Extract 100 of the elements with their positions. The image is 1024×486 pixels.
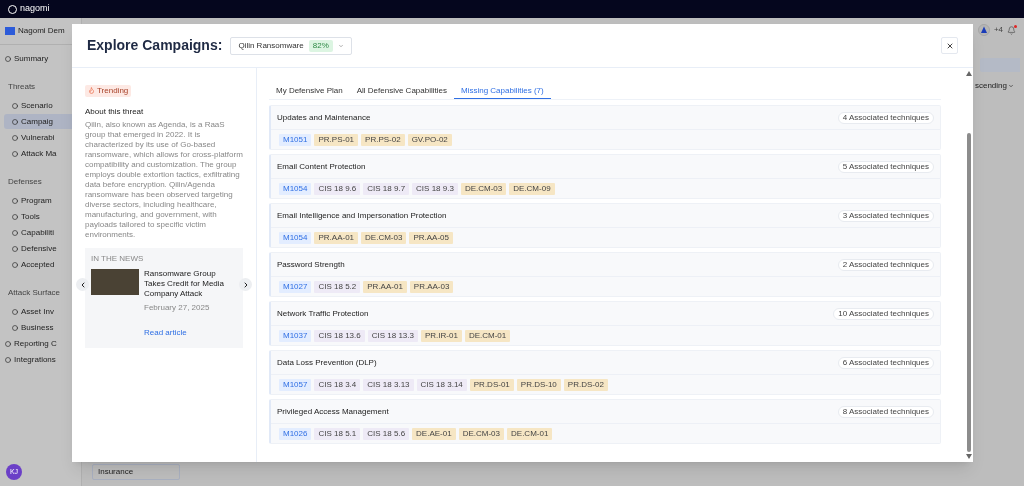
control-tag: M1054 xyxy=(279,231,312,244)
nav-icon xyxy=(12,229,18,236)
trending-badge: Trending xyxy=(85,84,132,97)
news-heading: IN THE NEWS xyxy=(91,253,145,265)
sidebar-item[interactable]: Capabiliti xyxy=(0,225,81,240)
sidebar-section-label: Attack Surface xyxy=(8,288,61,297)
control-tag: PR.PS-01 xyxy=(314,133,359,146)
control-tag: PR.AA-05 xyxy=(409,231,453,244)
sidebar-item[interactable]: Attack Ma xyxy=(0,146,81,161)
control-tag: CIS 18 3.13 xyxy=(363,378,414,391)
control-tag: CIS 18 9.7 xyxy=(363,182,410,195)
control-tag: DE.CM-09 xyxy=(509,182,555,195)
control-tag: CIS 18 9.6 xyxy=(314,182,361,195)
profile-logo-icon[interactable] xyxy=(977,24,990,36)
sidebar-item[interactable]: Vulnerabi xyxy=(0,130,81,145)
sidebar-item[interactable]: Summary xyxy=(0,51,81,66)
nav-icon xyxy=(12,150,18,157)
org-name: Nagomi Dem xyxy=(18,25,65,37)
control-tag: DE.CM-03 xyxy=(458,427,504,440)
control-tag: M1027 xyxy=(279,280,312,293)
sidebar-item[interactable]: Business xyxy=(0,320,81,335)
read-article-link[interactable]: Read article xyxy=(144,328,187,337)
org-logo xyxy=(5,27,15,35)
notification-bell-icon[interactable] xyxy=(1007,25,1016,35)
nav-icon xyxy=(12,118,18,125)
nav-icon xyxy=(12,102,18,109)
sidebar-item[interactable]: Asset Inv xyxy=(0,304,81,319)
control-tag: DE.CM-01 xyxy=(507,427,553,440)
control-tag: M1026 xyxy=(279,427,312,440)
control-tag: GV.PO-02 xyxy=(407,133,452,146)
nav-icon xyxy=(12,213,18,220)
control-tag: M1054 xyxy=(279,182,312,195)
nav-icon xyxy=(5,356,11,363)
techniques-count: 4 Associated techniques xyxy=(837,111,934,124)
sidebar-item[interactable]: Program xyxy=(0,193,81,208)
modal-title: Explore Campaigns: xyxy=(87,36,223,55)
control-tag: DE.CM-01 xyxy=(464,329,511,342)
control-tag: CIS 18 13.6 xyxy=(314,329,365,342)
capability-name: Updates and Maintenance xyxy=(277,111,371,124)
techniques-count: 10 Associated techniques xyxy=(833,307,934,320)
sidebar-section-label: Threats xyxy=(8,82,36,91)
sidebar-item[interactable]: Defensive xyxy=(0,241,81,256)
control-tag: DE.AE-01 xyxy=(412,427,456,440)
control-tag: DE.CM-03 xyxy=(460,182,507,195)
nav-icon xyxy=(12,308,18,315)
control-tag: CIS 18 5.6 xyxy=(363,427,410,440)
logo-wordmark: nagomi xyxy=(20,2,50,16)
control-tag: M1057 xyxy=(279,378,312,391)
techniques-count: 6 Associated techniques xyxy=(837,356,934,369)
control-tag: PR.AA-01 xyxy=(363,280,407,293)
sidebar-item[interactable]: Accepted xyxy=(0,257,81,272)
caret-icon xyxy=(1008,83,1014,89)
news-headline: Ransomware Group Takes Credit for Media Company Attack xyxy=(144,269,226,299)
nav-icon xyxy=(12,134,18,141)
nav-icon xyxy=(12,261,18,268)
about-heading: About this threat xyxy=(85,106,145,118)
control-tag: M1037 xyxy=(279,329,312,342)
sidebar-item[interactable]: Scenario xyxy=(0,98,81,113)
control-tag: PR.DS-01 xyxy=(469,378,514,391)
control-tag: PR.IR-01 xyxy=(420,329,462,342)
tab[interactable]: My Defensive Plan xyxy=(269,84,350,99)
about-text: Qilin, also known as Agenda, is a RaaS group that emerged in 2022. It is characterized by its use of Go-based ransomware, which allows for cross-platform compatibility and customization. The group employs double extortion tactics, exfiltrating data before encryption. Qilin/Agenda ransomware has been observed targeting diverse sectors, including healthcare, manufacturing, and government, with payloads tailored to specific victim environments. xyxy=(85,120,243,240)
techniques-count: 8 Associated techniques xyxy=(837,405,934,418)
techniques-count: 2 Associated techniques xyxy=(837,258,934,271)
scroll-up-icon[interactable] xyxy=(966,71,972,76)
nav-icon xyxy=(5,55,11,62)
extra-count: +4 xyxy=(993,24,1003,36)
control-tag: DE.CM-03 xyxy=(361,231,407,244)
scroll-down-icon[interactable] xyxy=(966,454,972,459)
flame-icon xyxy=(88,87,95,94)
capability-name: Email Content Protection xyxy=(277,160,366,173)
control-tag: CIS 18 13.3 xyxy=(367,329,418,342)
control-tag: CIS 18 9.3 xyxy=(412,182,458,195)
capability-name: Data Loss Prevention (DLP) xyxy=(277,356,377,369)
close-button[interactable] xyxy=(941,37,958,54)
capability-name: Email Intelligence and Impersonation Protection xyxy=(277,209,447,222)
control-tag: CIS 18 5.2 xyxy=(314,280,361,293)
techniques-count: 5 Associated techniques xyxy=(837,160,934,173)
control-tag: PR.DS-10 xyxy=(516,378,561,391)
card-title: Insurance xyxy=(98,466,134,478)
caret-icon xyxy=(337,42,344,49)
tab[interactable]: All Defensive Capabilities xyxy=(349,84,454,99)
control-tag: PR.AA-03 xyxy=(409,280,454,293)
tab[interactable]: Missing Capabilities (7) xyxy=(453,84,551,99)
sort-dropdown[interactable]: scending xyxy=(974,80,1007,92)
campaign-select[interactable]: Qilin Ransomware 82% xyxy=(230,36,352,55)
control-tag: CIS 18 3.4 xyxy=(314,378,361,391)
sidebar-item[interactable]: Tools xyxy=(0,209,81,224)
nav-icon xyxy=(12,245,18,252)
control-tag: PR.PS-02 xyxy=(361,133,405,146)
control-tag: CIS 18 3.14 xyxy=(416,378,467,391)
sidebar-section-label: Defenses xyxy=(8,177,42,186)
capability-name: Password Strength xyxy=(277,258,345,271)
close-icon xyxy=(945,41,954,50)
control-tag: PR.AA-01 xyxy=(314,231,359,244)
sidebar-item[interactable]: Reporting C xyxy=(0,336,81,351)
capability-name: Privileged Access Management xyxy=(277,405,389,418)
sidebar-item[interactable]: Integrations xyxy=(0,352,81,367)
capability-name: Network Traffic Protection xyxy=(277,307,369,320)
techniques-count: 3 Associated techniques xyxy=(837,209,934,222)
